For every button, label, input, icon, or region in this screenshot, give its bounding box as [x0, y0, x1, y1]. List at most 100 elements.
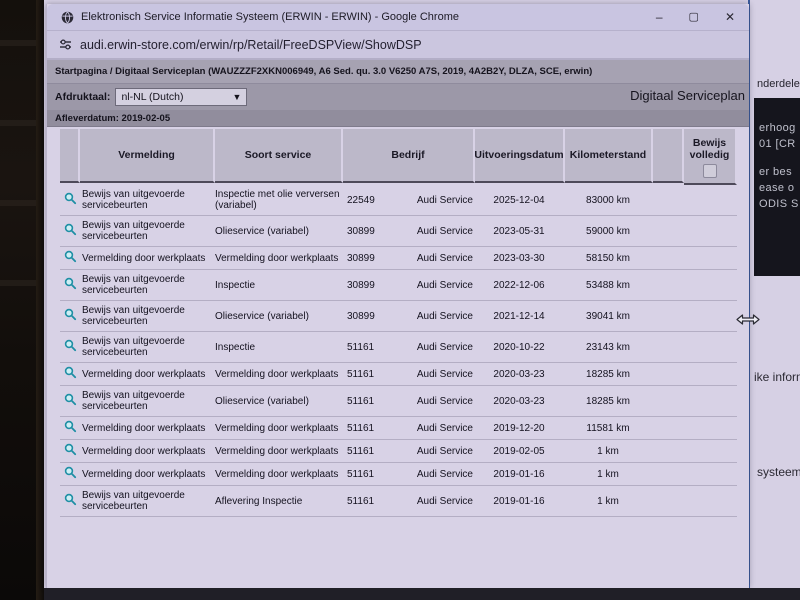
cell-spacer — [653, 312, 684, 320]
maximize-button[interactable]: ▢ — [689, 12, 699, 23]
column-header-bewijs-volledig: Bewijs volledig — [684, 129, 737, 185]
cell-soort-service: Vermelding door werkplaats — [215, 465, 343, 484]
cell-kilometerstand: 18285 km — [565, 365, 653, 384]
cell-kilometerstand: 18285 km — [565, 392, 653, 411]
background-text-fragment: systeem in — [757, 465, 800, 479]
table-row: Vermelding door werkplaatsVermelding doo… — [60, 417, 737, 440]
cell-bewijs-volledig — [684, 343, 737, 351]
magnifier-icon[interactable] — [64, 250, 77, 266]
bedrijf-number: 30899 — [347, 280, 375, 291]
bedrijf-number: 22549 — [347, 195, 375, 206]
page-favicon-icon — [61, 11, 74, 24]
bedrijf-number: 51161 — [347, 496, 374, 507]
cell-vermelding: Bewijs van uitgevoerde servicebeurten — [80, 301, 215, 331]
cell-kilometerstand: 53488 km — [565, 276, 653, 295]
minimize-button[interactable]: – — [656, 11, 663, 23]
cell-uitvoeringsdatum: 2025-12-04 — [475, 191, 565, 210]
page-toolbar: Afdruktaal: nl-NL (Dutch) ▼ Digitaal Ser… — [47, 84, 749, 110]
bedrijf-name: Audi Service — [417, 469, 473, 480]
magnifier-icon[interactable] — [64, 393, 77, 409]
table-row: Vermelding door werkplaatsVermelding doo… — [60, 463, 737, 486]
cell-soort-service: Inspectie — [215, 338, 343, 357]
panel-text-fragment: er bes — [759, 164, 800, 180]
cell-vermelding: Vermelding door werkplaats — [80, 465, 215, 484]
magnifier-icon[interactable] — [64, 493, 77, 509]
cell-kilometerstand: 1 km — [565, 492, 653, 511]
bedrijf-number: 51161 — [347, 369, 374, 380]
cell-kilometerstand: 58150 km — [565, 249, 653, 268]
cell-spacer — [653, 281, 684, 289]
magnifier-icon[interactable] — [64, 308, 77, 324]
bedrijf-number: 51161 — [347, 446, 374, 457]
table-row: Bewijs van uitgevoerde servicebeurtenOli… — [60, 301, 737, 332]
breadcrumb-bar: Startpagina / Digitaal Serviceplan (WAUZ… — [47, 60, 749, 84]
magnifier-icon[interactable] — [64, 443, 77, 459]
cell-spacer — [653, 424, 684, 432]
window-titlebar[interactable]: Elektronisch Service Informatie Systeem … — [47, 4, 749, 31]
cell-uitvoeringsdatum: 2020-03-23 — [475, 365, 565, 384]
background-dark-panel: erhoog 01 [CR er bes ease o ODIS S — [754, 98, 800, 276]
bedrijf-number: 51161 — [347, 342, 374, 353]
cell-soort-service: Olieservice (variabel) — [215, 307, 343, 326]
page-content: Vermelding Soort service Bedrijf Uitvoer… — [47, 127, 749, 591]
magnifier-icon[interactable] — [64, 339, 77, 355]
cell-bewijs-volledig — [684, 227, 737, 235]
magnifier-icon[interactable] — [64, 466, 77, 482]
cell-spacer — [653, 370, 684, 378]
chevron-down-icon: ▼ — [233, 92, 242, 102]
table-row: Vermelding door werkplaatsVermelding doo… — [60, 247, 737, 270]
close-button[interactable]: ✕ — [725, 11, 735, 23]
bedrijf-number: 51161 — [347, 469, 374, 480]
cell-uitvoeringsdatum: 2023-03-30 — [475, 249, 565, 268]
site-info-icon[interactable] — [59, 38, 72, 51]
cell-bedrijf: 30899Audi Service — [343, 222, 475, 241]
cell-uitvoeringsdatum: 2019-02-05 — [475, 442, 565, 461]
cell-soort-service: Vermelding door werkplaats — [215, 419, 343, 438]
column-header-uitvoeringsdatum: Uitvoeringsdatum — [475, 129, 565, 183]
cell-spacer — [653, 196, 684, 204]
cell-kilometerstand: 83000 km — [565, 191, 653, 210]
url-text[interactable]: audi.erwin-store.com/erwin/rp/Retail/Fre… — [80, 38, 422, 52]
cell-vermelding: Bewijs van uitgevoerde servicebeurten — [80, 386, 215, 416]
cell-soort-service: Inspectie — [215, 276, 343, 295]
magnifier-icon[interactable] — [64, 277, 77, 293]
print-language-select[interactable]: nl-NL (Dutch) ▼ — [115, 88, 247, 106]
cell-vermelding: Bewijs van uitgevoerde servicebeurten — [80, 270, 215, 300]
cell-bedrijf: 51161 Audi Service — [343, 338, 475, 357]
cell-kilometerstand: 1 km — [565, 442, 653, 461]
cell-soort-service: Vermelding door werkplaats — [215, 442, 343, 461]
cell-bewijs-volledig — [684, 447, 737, 455]
bedrijf-name: Audi Service — [417, 423, 473, 434]
table-body: Bewijs van uitgevoerde servicebeurtenIns… — [60, 185, 737, 517]
cell-uitvoeringsdatum: 2020-10-22 — [475, 338, 565, 357]
cell-uitvoeringsdatum: 2021-12-14 — [475, 307, 565, 326]
magnifier-icon[interactable] — [64, 366, 77, 382]
magnifier-icon[interactable] — [64, 420, 77, 436]
bedrijf-number: 30899 — [347, 311, 375, 322]
magnifier-icon[interactable] — [64, 192, 77, 208]
bedrijf-name: Audi Service — [417, 496, 473, 507]
panel-text-fragment: ODIS S — [759, 196, 800, 212]
window-title: Elektronisch Service Informatie Systeem … — [81, 11, 656, 23]
cell-bewijs-volledig — [684, 470, 737, 478]
browser-urlbar[interactable]: audi.erwin-store.com/erwin/rp/Retail/Fre… — [47, 31, 749, 60]
cell-vermelding: Vermelding door werkplaats — [80, 442, 215, 461]
cell-kilometerstand: 59000 km — [565, 222, 653, 241]
bedrijf-name: Audi Service — [417, 342, 473, 353]
cell-soort-service: Aflevering Inspectie — [215, 492, 343, 511]
print-language-label: Afdruktaal: — [55, 91, 110, 103]
cell-bewijs-volledig — [684, 397, 737, 405]
breadcrumb[interactable]: Startpagina / Digitaal Serviceplan (WAUZ… — [55, 66, 592, 77]
cell-bewijs-volledig — [684, 424, 737, 432]
cell-vermelding: Vermelding door werkplaats — [80, 249, 215, 268]
cell-spacer — [653, 397, 684, 405]
bewijs-volledig-checkbox[interactable] — [703, 164, 717, 178]
cell-vermelding: Bewijs van uitgevoerde servicebeurten — [80, 332, 215, 362]
magnifier-icon[interactable] — [64, 223, 77, 239]
panel-text-fragment: 01 [CR — [759, 136, 800, 152]
table-row: Bewijs van uitgevoerde servicebeurtenAfl… — [60, 486, 737, 517]
bedrijf-name: Audi Service — [417, 253, 473, 264]
column-header-soort-service: Soort service — [215, 129, 343, 183]
cell-uitvoeringsdatum: 2022-12-06 — [475, 276, 565, 295]
page-title: Digitaal Serviceplan — [630, 88, 745, 103]
